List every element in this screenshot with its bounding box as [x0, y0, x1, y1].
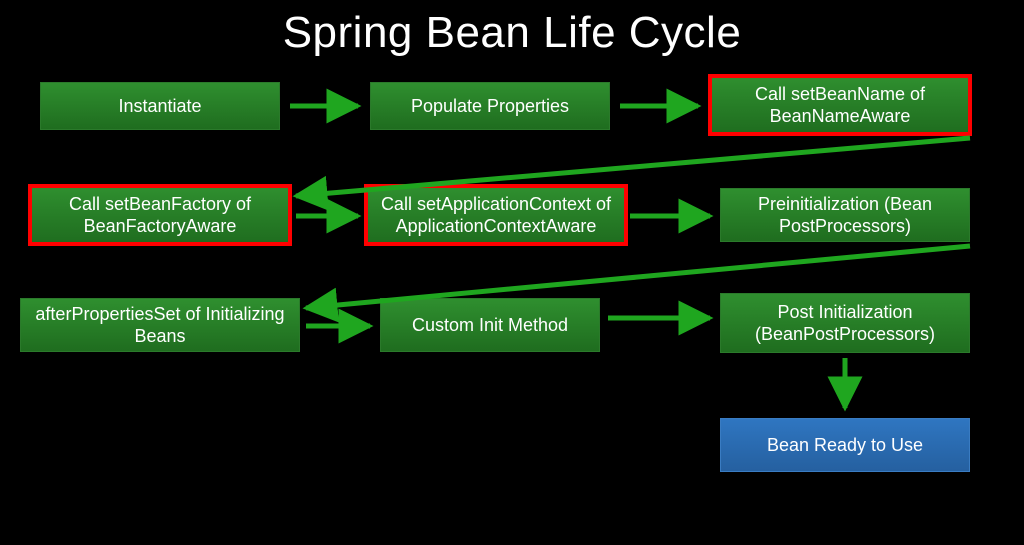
diagram-canvas: Instantiate Populate Properties Call set… — [0, 68, 1024, 545]
box-custom-init: Custom Init Method — [380, 298, 600, 352]
box-after-properties-set: afterPropertiesSet of Initializing Beans — [20, 298, 300, 352]
box-set-bean-name: Call setBeanName of BeanNameAware — [710, 76, 970, 134]
box-set-application-context: Call setApplicationContext of Applicatio… — [366, 186, 626, 244]
box-bean-ready: Bean Ready to Use — [720, 418, 970, 472]
box-instantiate: Instantiate — [40, 82, 280, 130]
box-preinitialization: Preinitialization (Bean PostProcessors) — [720, 188, 970, 242]
box-post-initialization: Post Initialization (BeanPostProcessors) — [720, 293, 970, 353]
box-populate-properties: Populate Properties — [370, 82, 610, 130]
diagram-title: Spring Bean Life Cycle — [0, 0, 1024, 58]
box-set-bean-factory: Call setBeanFactory of BeanFactoryAware — [30, 186, 290, 244]
